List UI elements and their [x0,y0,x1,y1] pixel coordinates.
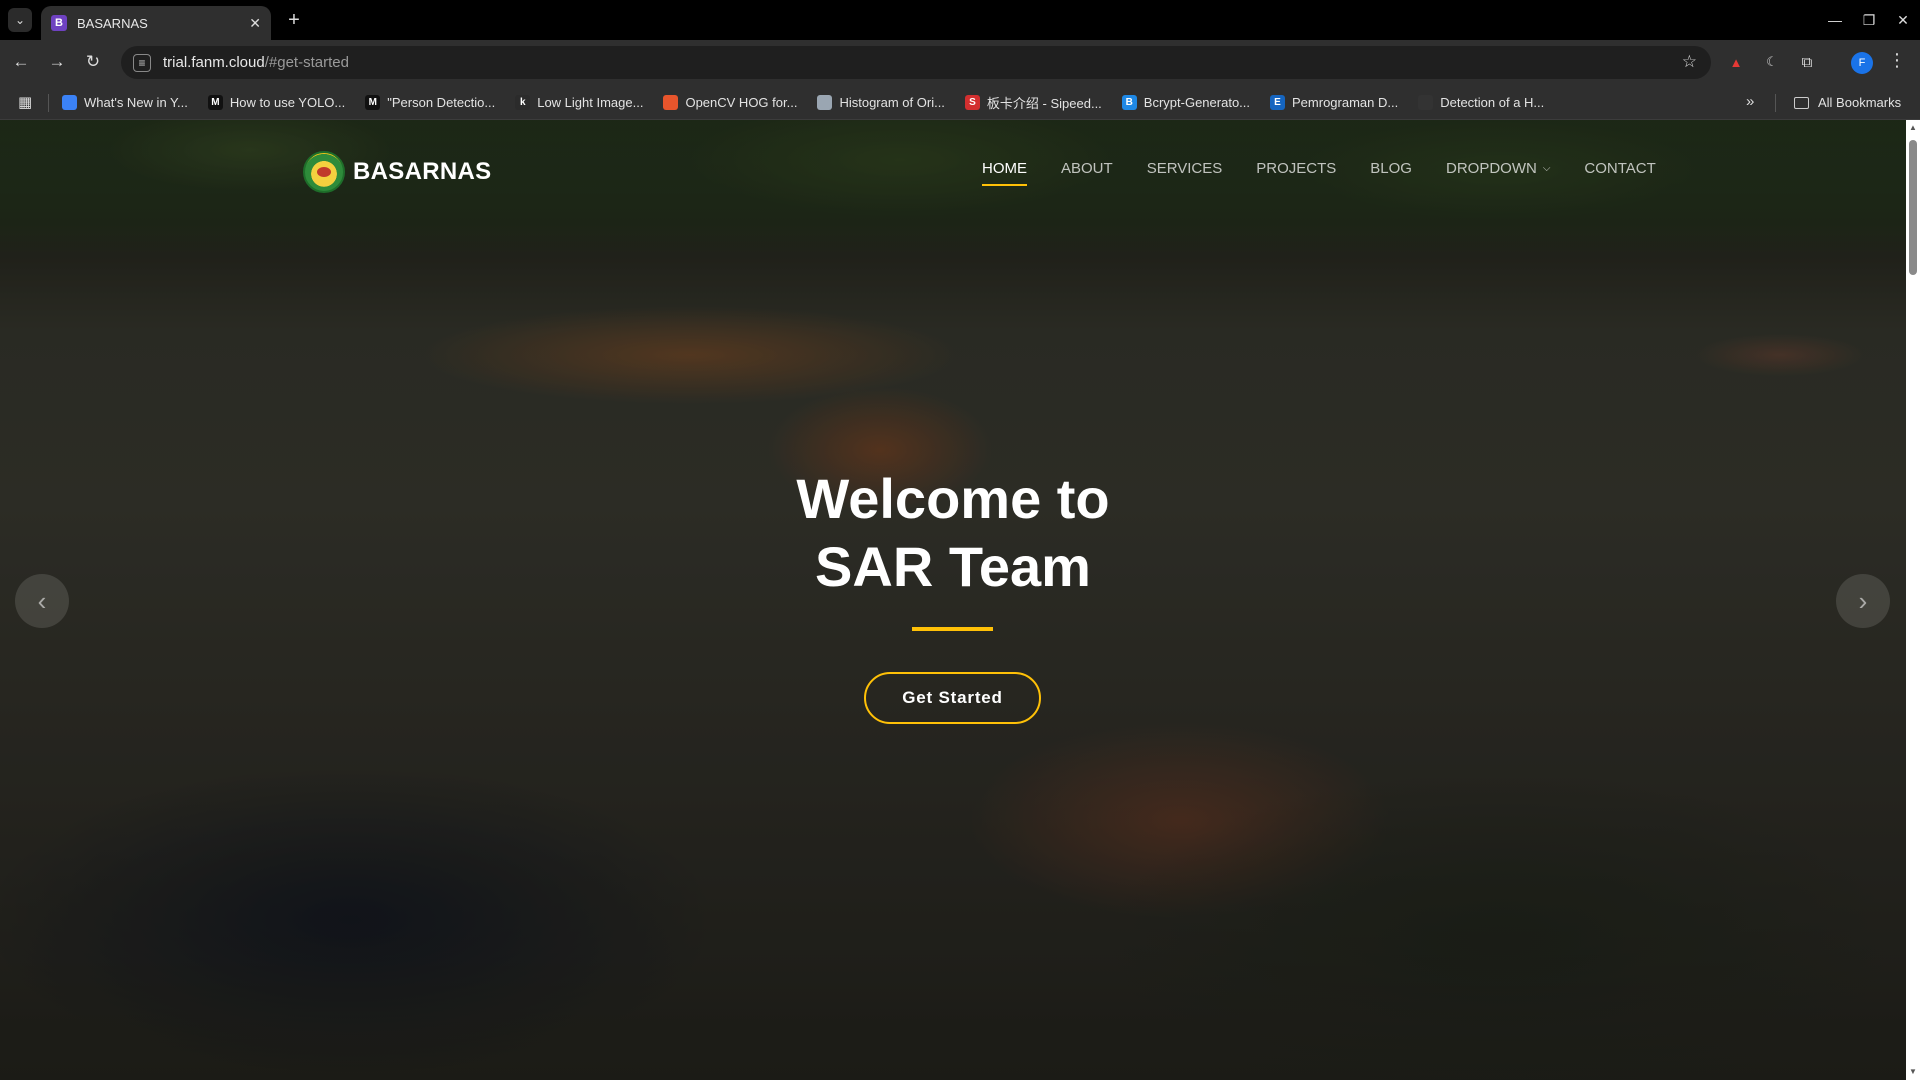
address-bar[interactable]: ≡ trial.fanm.cloud/#get-started ☆ [121,46,1711,79]
folder-icon [1794,96,1809,109]
site-info-icon[interactable]: ≡ [133,53,151,72]
bookmark-label: How to use YOLO... [229,95,346,110]
browser-menu-icon[interactable]: ⋮ [1888,50,1906,71]
hero-section: Welcome to SAR Team Get Started [0,120,1906,1080]
bookmark-item[interactable]: k Low Light Image... [515,95,643,110]
forward-icon[interactable]: → [46,51,68,73]
bookmark-item[interactable]: What's New in Y... [62,95,188,110]
tab-favicon-icon: B [51,15,67,31]
hero-title-line-2: SAR Team [815,535,1091,598]
tab-title: BASARNAS [77,15,148,31]
browser-toolbar: ← → ↻ ≡ trial.fanm.cloud/#get-started ☆ [0,40,1920,85]
scroll-thumb[interactable] [1909,140,1917,275]
carousel-prev-icon[interactable]: ‹ [15,574,69,628]
bookmarks-divider [48,94,49,112]
bookmark-favicon-icon: S [964,95,980,110]
bookmark-item[interactable]: S 板卡介绍 - Sipeed... [964,93,1102,112]
new-tab-button[interactable]: + [282,8,306,32]
bookmark-favicon-icon: B [1121,95,1137,110]
bookmarks-divider [1775,94,1776,112]
bookmark-item[interactable]: E Pemrograman D... [1270,95,1398,110]
bookmarks-overflow-icon[interactable]: » [1746,93,1754,110]
carousel-next-icon[interactable]: › [1836,574,1890,628]
bookmark-item[interactable]: B Bcrypt-Generato... [1121,95,1251,110]
bookmarks-list: What's New in Y... M How to use YOLO... M "P… [62,85,1564,120]
browser-tab[interactable]: B BASARNAS ✕ [41,6,271,40]
hero-title: Welcome to SAR Team [703,465,1203,601]
page-viewport: BASARNAS HOME ABOUT SERVICES PROJECTS BLOG DR… [0,120,1906,1080]
bookmark-item[interactable]: Detection of a H... [1418,95,1544,110]
scroll-up-icon[interactable]: ▲ [1909,124,1917,132]
hero-divider [912,627,993,631]
url-path: /#get-started [264,54,349,71]
bookmark-label: Low Light Image... [537,95,644,110]
bookmark-favicon-icon [817,95,833,110]
bookmark-item[interactable]: Histogram of Ori... [817,95,945,110]
bookmark-label: "Person Detectio... [387,95,496,110]
scroll-down-icon[interactable]: ▼ [1909,1068,1917,1076]
hero-title-line-1: Welcome to [796,467,1110,530]
bookmark-label: Pemrograman D... [1292,95,1399,110]
bookmark-favicon-icon [663,95,679,110]
bookmark-star-icon[interactable]: ☆ [1682,52,1697,72]
extensions-puzzle-icon[interactable]: ⧉ [1797,52,1817,72]
bookmark-favicon-icon [1418,95,1434,110]
window-controls: — ❐ ✕ [1818,0,1920,40]
bookmark-favicon-icon: M [207,95,223,110]
bookmark-label: Detection of a H... [1440,95,1545,110]
apps-grid-icon[interactable]: ▦ [18,93,32,111]
get-started-button[interactable]: Get Started [864,672,1041,724]
bookmark-label: 板卡介绍 - Sipeed... [986,96,1102,111]
restore-icon[interactable]: ❐ [1852,12,1886,29]
bookmark-favicon-icon: M [365,95,381,110]
all-bookmarks-button[interactable]: All Bookmarks [1794,85,1901,120]
bookmark-label: What's New in Y... [84,95,188,110]
reload-icon[interactable]: ↻ [82,51,104,73]
tab-search-icon[interactable]: ⌄ [8,8,32,32]
browser-tab-bar: ⌄ B BASARNAS ✕ + — ❐ ✕ [0,0,1920,40]
url-text[interactable]: trial.fanm.cloud/#get-started [163,54,349,71]
bookmark-item[interactable]: M How to use YOLO... [207,95,346,110]
minimize-icon[interactable]: — [1818,12,1852,28]
tab-close-icon[interactable]: ✕ [249,15,261,32]
url-host: trial.fanm.cloud [163,54,265,71]
bookmark-item[interactable]: OpenCV HOG for... [663,95,797,110]
bookmark-favicon-icon: E [1270,95,1286,110]
bookmark-label: OpenCV HOG for... [685,95,798,110]
bookmark-favicon-icon [62,95,77,110]
bookmarks-bar: ▦ What's New in Y... M How to use YOLO... M… [0,85,1920,120]
all-bookmarks-label: All Bookmarks [1818,95,1902,110]
close-window-icon[interactable]: ✕ [1886,12,1920,29]
extension-moon-icon[interactable]: ☾ [1762,52,1782,72]
page-scrollbar[interactable]: ▲ ▼ [1906,120,1920,1080]
extension-red-icon[interactable]: ▲ [1726,52,1746,72]
bookmark-item[interactable]: M "Person Detectio... [365,95,495,110]
bookmark-favicon-icon: k [515,95,531,110]
back-icon[interactable]: ← [10,51,32,73]
bookmark-label: Histogram of Ori... [839,95,945,110]
profile-avatar[interactable]: F [1851,52,1873,74]
bookmark-label: Bcrypt-Generato... [1143,95,1251,110]
